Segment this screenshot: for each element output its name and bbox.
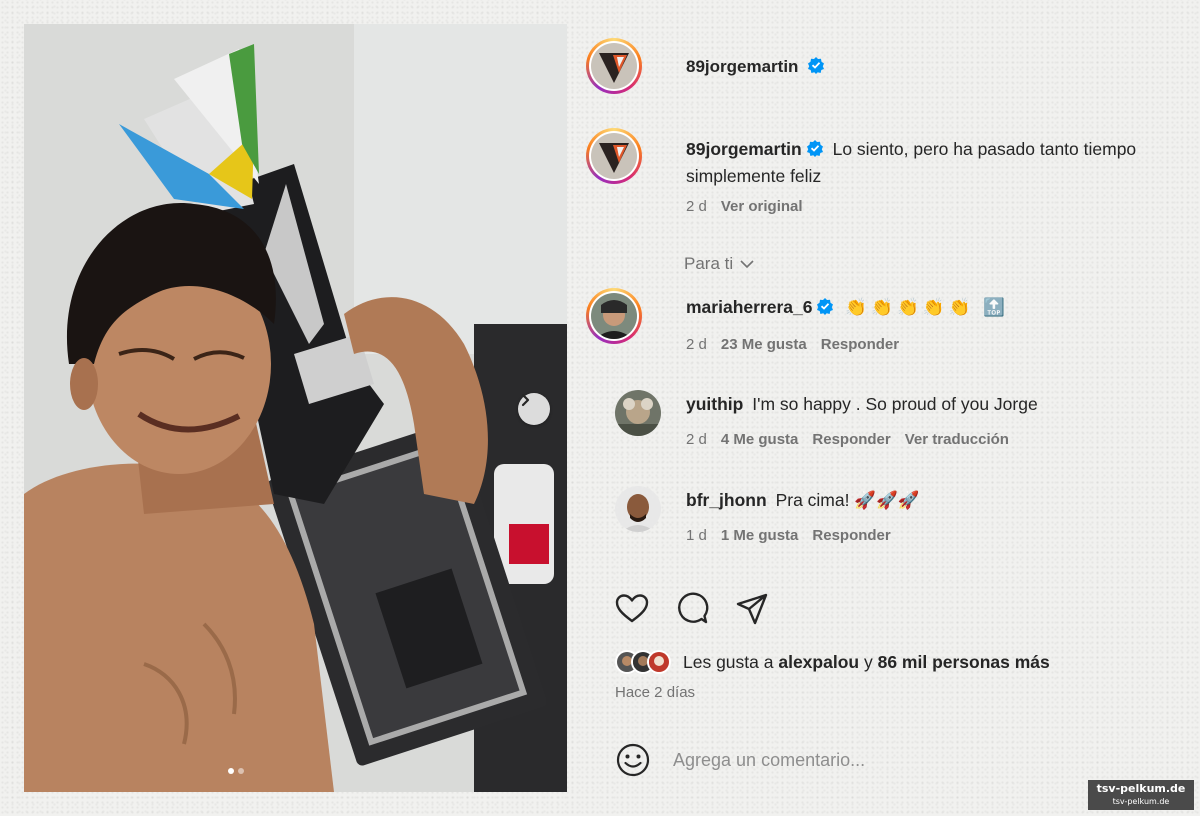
carousel-dot xyxy=(228,768,234,774)
comment-username[interactable]: bfr_jhonn xyxy=(686,490,767,510)
watermark-logo: tsv-pelkum.de tsv-pelkum.de xyxy=(1088,780,1194,810)
emoji-icon[interactable] xyxy=(615,742,651,778)
commenter-avatar[interactable] xyxy=(586,288,642,344)
comment: bfr_jhonn Pra cima! 🚀🚀🚀 xyxy=(686,490,920,511)
comment-likes[interactable]: 1 Me gusta xyxy=(721,527,799,544)
add-comment-bar: Agrega un comentario... xyxy=(615,742,1093,778)
likes-others-link[interactable]: 86 mil personas más xyxy=(878,652,1050,672)
comment-meta: 2 d 4 Me gusta Responder Ver traducción xyxy=(686,431,1009,448)
author-username[interactable]: 89jorgemartin xyxy=(686,56,825,77)
see-original-link[interactable]: Ver original xyxy=(721,198,803,215)
caption: 89jorgemartin Lo siento, pero ha pasado … xyxy=(686,136,1166,190)
verified-badge-icon xyxy=(808,57,825,74)
instagram-post: 89jorgemartin 89jorgemartin Lo siento, p… xyxy=(24,24,1176,792)
likes-summary: Les gusta a alexpalou y 86 mil personas … xyxy=(615,650,1050,674)
comment-time: 2 d xyxy=(686,336,707,353)
likes-connector: y xyxy=(863,651,873,672)
comment-input[interactable]: Agrega un comentario... xyxy=(673,750,1093,771)
reply-button[interactable]: Responder xyxy=(812,527,890,544)
chevron-down-icon xyxy=(740,260,754,269)
carousel-next-button[interactable] xyxy=(518,393,550,425)
caption-meta: 2 d Ver original xyxy=(686,198,803,215)
action-bar xyxy=(615,592,769,626)
share-icon[interactable] xyxy=(735,592,769,626)
comment-text: Pra cima! 🚀🚀🚀 xyxy=(775,490,920,510)
carousel-dot xyxy=(238,768,244,774)
post-details-panel: 89jorgemartin 89jorgemartin Lo siento, p… xyxy=(567,24,1176,792)
liker-avatar[interactable] xyxy=(647,650,671,674)
comment-text: I'm so happy . So proud of you Jorge xyxy=(752,394,1038,414)
see-translation-link[interactable]: Ver traducción xyxy=(905,431,1009,448)
likes-text: Les gusta a alexpalou y 86 mil personas … xyxy=(683,652,1050,673)
commenter-avatar[interactable] xyxy=(615,390,661,436)
reply-button[interactable]: Responder xyxy=(821,336,899,353)
post-image[interactable] xyxy=(24,24,567,792)
comment: yuithip I'm so happy . So proud of you J… xyxy=(686,394,1038,415)
comment-username[interactable]: mariaherrera_6 xyxy=(686,297,812,317)
comment-meta: 2 d 23 Me gusta Responder xyxy=(686,336,899,353)
comment-likes[interactable]: 23 Me gusta xyxy=(721,336,807,353)
comment-meta: 1 d 1 Me gusta Responder xyxy=(686,527,891,544)
watermark-line: tsv-pelkum.de xyxy=(1112,797,1170,806)
reply-button[interactable]: Responder xyxy=(812,431,890,448)
comment-time: 2 d xyxy=(686,431,707,448)
comment-username[interactable]: yuithip xyxy=(686,394,743,414)
chevron-right-icon xyxy=(521,393,530,407)
likes-user-link[interactable]: alexpalou xyxy=(778,652,859,672)
author-avatar[interactable] xyxy=(586,38,642,94)
carousel-indicator xyxy=(228,768,244,774)
comment: mariaherrera_6 👏👏👏👏👏 🔝 xyxy=(686,297,1009,318)
comment-sort-label: Para ti xyxy=(684,254,734,273)
comment-time: 1 d xyxy=(686,527,707,544)
comment-text: 👏👏👏👏👏 🔝 xyxy=(845,297,1009,317)
verified-badge-icon xyxy=(806,140,823,157)
heart-icon[interactable] xyxy=(615,592,649,626)
comment-likes[interactable]: 4 Me gusta xyxy=(721,431,799,448)
post-time: Hace 2 días xyxy=(615,684,696,701)
comment-sort-dropdown[interactable]: Para ti xyxy=(684,254,755,274)
likes-prefix: Les gusta a xyxy=(683,651,774,672)
comment-icon[interactable] xyxy=(675,592,709,626)
caption-author-avatar[interactable] xyxy=(586,128,642,184)
post-photo xyxy=(24,24,567,792)
verified-badge-icon xyxy=(817,298,834,315)
caption-username[interactable]: 89jorgemartin xyxy=(686,139,802,159)
watermark-line: tsv-pelkum.de xyxy=(1096,782,1186,795)
commenter-avatar[interactable] xyxy=(615,486,661,532)
caption-time: 2 d xyxy=(686,198,707,215)
